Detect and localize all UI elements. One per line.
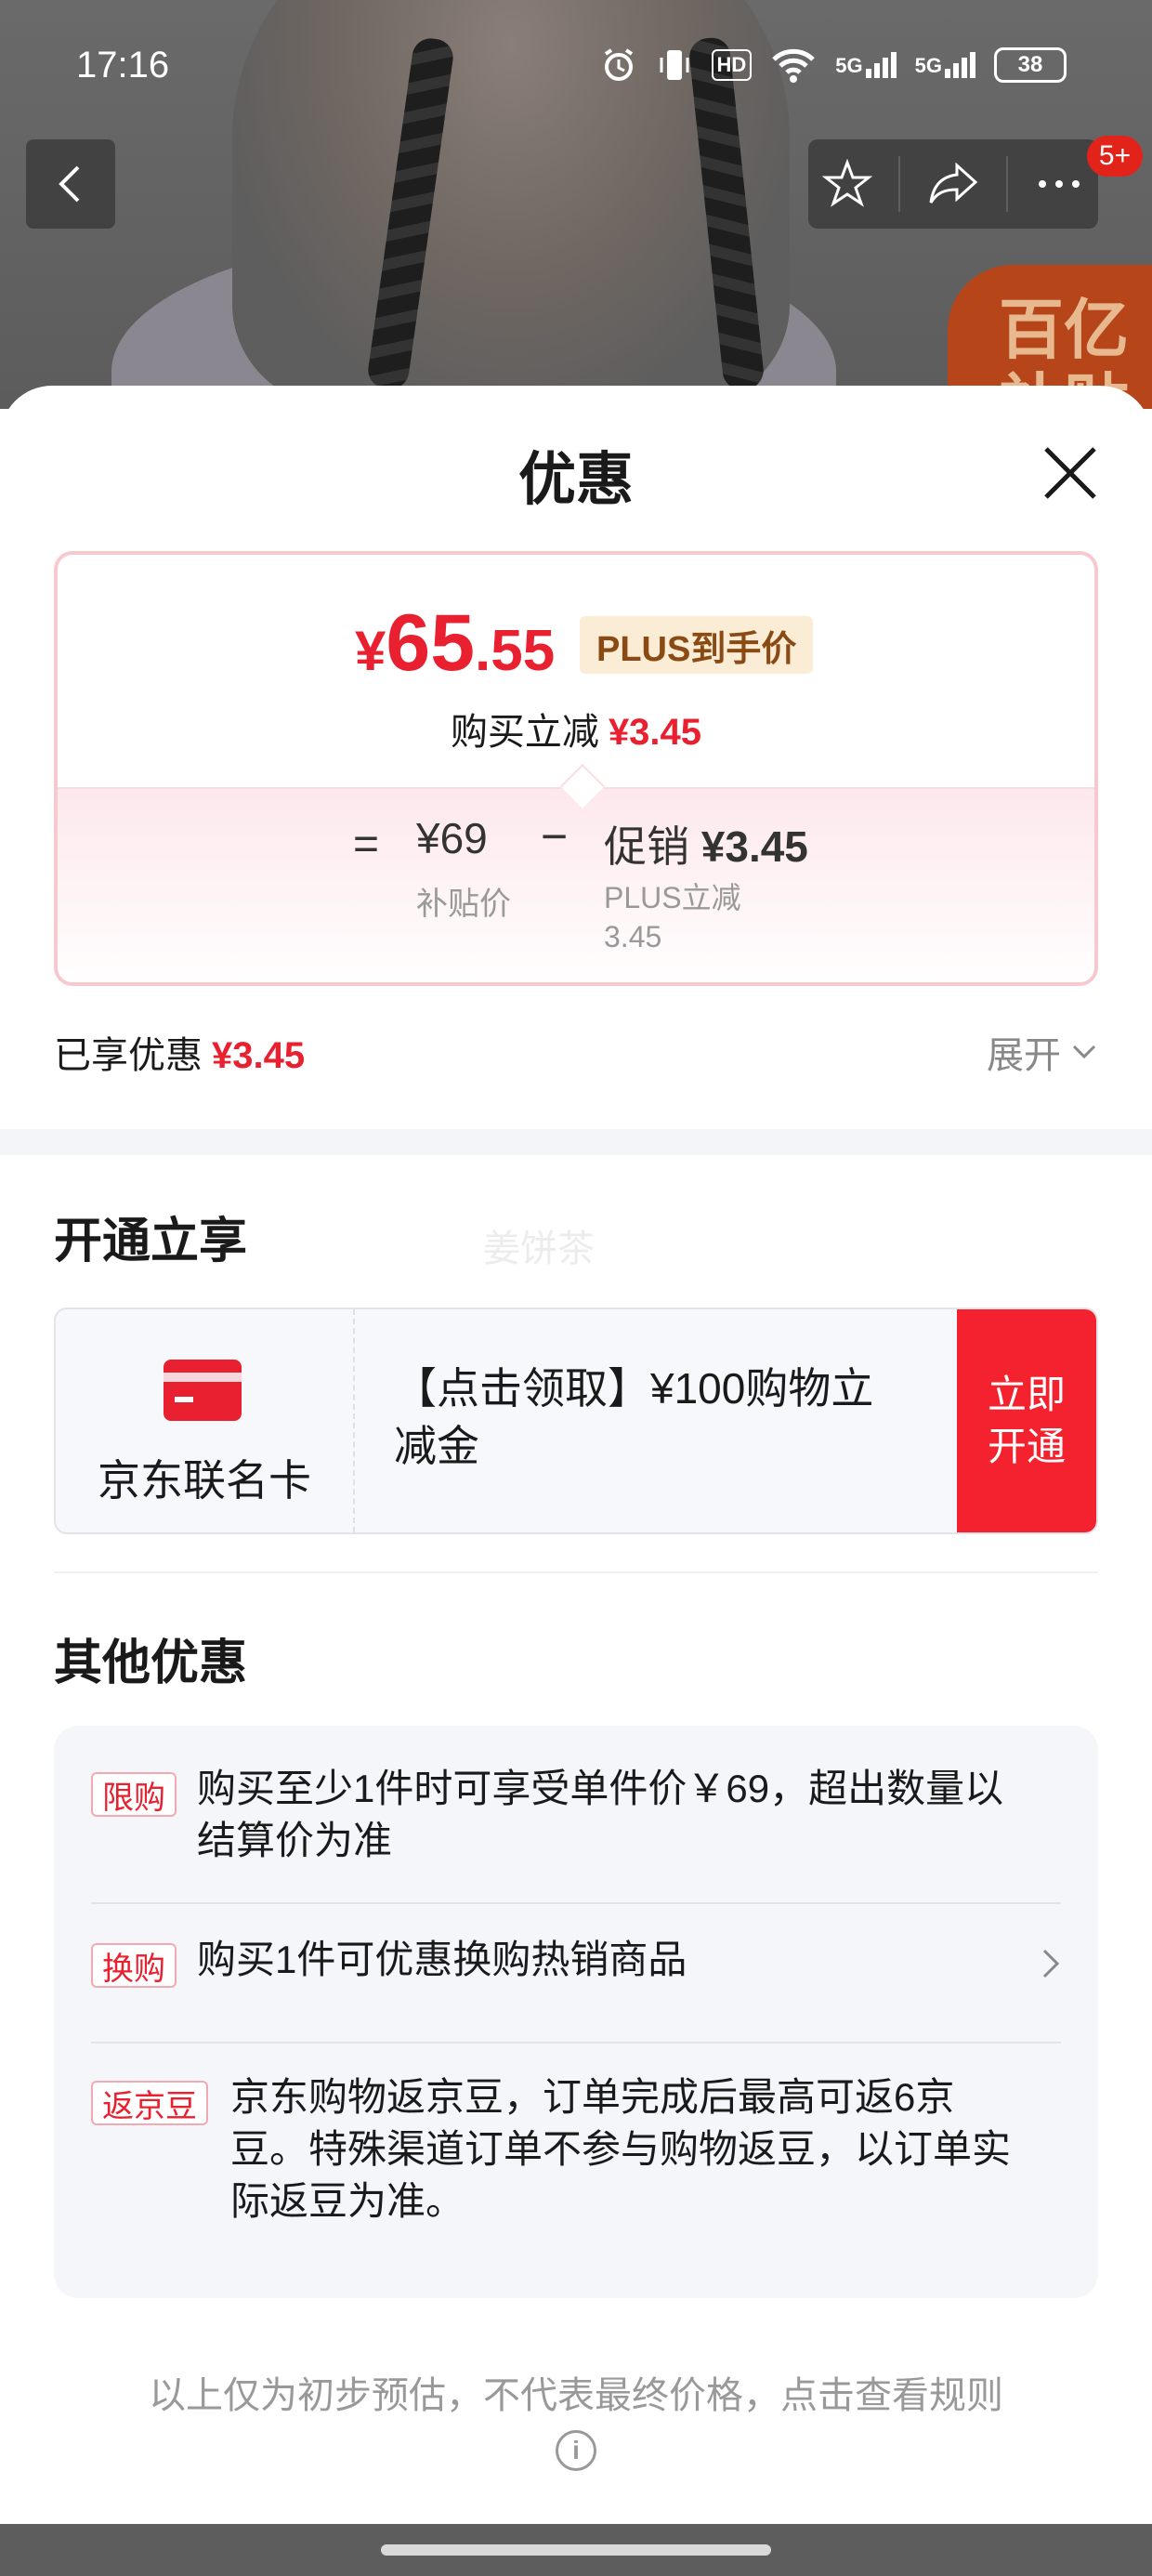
nav-separator	[1006, 156, 1009, 212]
price-integer: 65	[386, 598, 476, 688]
promo-line: 促销 ¥3.45	[604, 813, 808, 874]
vibrate-icon	[660, 50, 688, 80]
price-symbol: ¥	[355, 620, 386, 682]
other-section-title: 其他优惠	[54, 1636, 248, 1690]
subsidy-price: ¥69	[416, 814, 488, 862]
promo-detail: PLUS立减 3.45	[604, 881, 741, 953]
cobrand-card-offer[interactable]: 京东联名卡 【点击领取】¥100购物立减金 立即开通	[54, 1308, 1098, 1534]
enjoyed-discount: 已享优惠 ¥3.45	[54, 1025, 305, 1079]
card-left: 京东联名卡	[56, 1309, 355, 1532]
back-icon	[59, 165, 80, 203]
info-icon[interactable]: i	[556, 2430, 596, 2471]
price-card-top: ¥65.55 PLUS到手价 购买立减 ¥3.45	[58, 555, 1094, 787]
back-button[interactable]	[26, 139, 115, 229]
offer-tag: 换购	[91, 1943, 177, 1988]
enjoyed-amount: ¥3.45	[212, 1035, 306, 1076]
more-icon[interactable]	[1033, 158, 1085, 210]
chevron-down-icon	[1072, 1045, 1096, 1059]
offer-tag: 限购	[91, 1772, 177, 1817]
status-time: 17:16	[76, 45, 170, 85]
promo-amount: ¥3.45	[700, 822, 808, 871]
offer-item-limit: 限购 购买至少1件时可享受单件价￥69，超出数量以结算价为准	[91, 1763, 1061, 1874]
price-decimal: .55	[475, 619, 556, 683]
item-separator	[91, 1902, 1061, 1904]
chevron-right-icon	[1042, 1949, 1060, 1978]
alarm-icon	[604, 48, 633, 81]
offer-tag: 返京豆	[91, 2081, 208, 2125]
card-icon	[164, 1360, 242, 1421]
open-section-title: 开通立享	[54, 1215, 248, 1268]
thin-divider	[54, 1571, 1098, 1573]
discount-sheet: 优惠 ¥65.55 PLUS到手价 购买立减 ¥3.45 = ¥69 补贴价 − …	[0, 386, 1152, 2523]
equals-sign: =	[353, 820, 380, 869]
section-divider	[0, 1129, 1152, 1155]
reduce-label: 购买立减	[450, 712, 599, 753]
subsidy-label: 补贴价	[416, 887, 511, 922]
battery-icon: 38	[994, 47, 1067, 83]
card-name: 京东联名卡	[98, 1456, 311, 1505]
rules-note[interactable]: 以上仅为初步预估，不代表最终价格，点击查看规则	[0, 2365, 1152, 2419]
top-action-group	[808, 139, 1098, 229]
offer-text: 京东购物返京豆，订单完成后最高可返6京豆。特殊渠道订单不参与购物返豆，以订单实际…	[230, 2075, 1012, 2223]
price-breakdown: = ¥69 补贴价 − 促销 ¥3.45 PLUS立减 3.45	[58, 787, 1094, 982]
expand-label: 展开	[987, 1035, 1061, 1076]
open-now-button[interactable]: 立即开通	[957, 1309, 1096, 1532]
status-icons: HD 5G 5G 38	[600, 46, 1067, 84]
message-badge: 5+	[1087, 136, 1143, 177]
item-separator	[91, 2042, 1061, 2044]
signal-5g-1-icon: 5G	[835, 52, 897, 78]
offer-item-exchange[interactable]: 换购 购买1件可优惠换购热销商品	[91, 1934, 1061, 1999]
card-description: 【点击领取】¥100购物立减金	[394, 1364, 874, 1470]
status-bar: 17:16 HD 5G 5G 38	[0, 0, 1152, 139]
plus-price-tag: PLUS到手价	[580, 616, 814, 674]
nav-separator	[897, 156, 900, 212]
purchase-reduce-line: 购买立减 ¥3.45	[58, 702, 1094, 756]
price-card: ¥65.55 PLUS到手价 购买立减 ¥3.45 = ¥69 补贴价 − 促销 …	[54, 551, 1098, 986]
sheet-title: 优惠	[517, 448, 634, 512]
offer-item-jingdou: 返京豆 京东购物返京豆，订单完成后最高可返6京豆。特殊渠道订单不参与购物返豆，以…	[91, 2071, 1061, 2239]
hd-icon: HD	[711, 49, 753, 81]
final-price: ¥65.55	[355, 598, 555, 690]
home-indicator[interactable]	[381, 2544, 771, 2556]
close-icon[interactable]	[1039, 441, 1102, 505]
promo-label: 促销	[604, 822, 689, 871]
signal-5g-2-icon: 5G	[915, 52, 975, 78]
watermark-text: 姜饼茶	[483, 1229, 595, 1269]
reduce-amount: ¥3.45	[608, 712, 702, 753]
star-icon[interactable]	[821, 158, 873, 210]
enjoyed-label: 已享优惠	[54, 1035, 203, 1076]
offer-text: 购买1件可优惠换购热销商品	[197, 1938, 687, 1981]
offer-text: 购买至少1件时可享受单件价￥69，超出数量以结算价为准	[197, 1767, 1004, 1862]
share-icon[interactable]	[925, 158, 981, 210]
minus-sign: −	[541, 810, 569, 862]
other-offers-box: 限购 购买至少1件时可享受单件价￥69，超出数量以结算价为准 换购 购买1件可优…	[54, 1726, 1098, 2298]
expand-button[interactable]: 展开	[987, 1025, 1098, 1079]
wifi-icon	[772, 48, 816, 83]
